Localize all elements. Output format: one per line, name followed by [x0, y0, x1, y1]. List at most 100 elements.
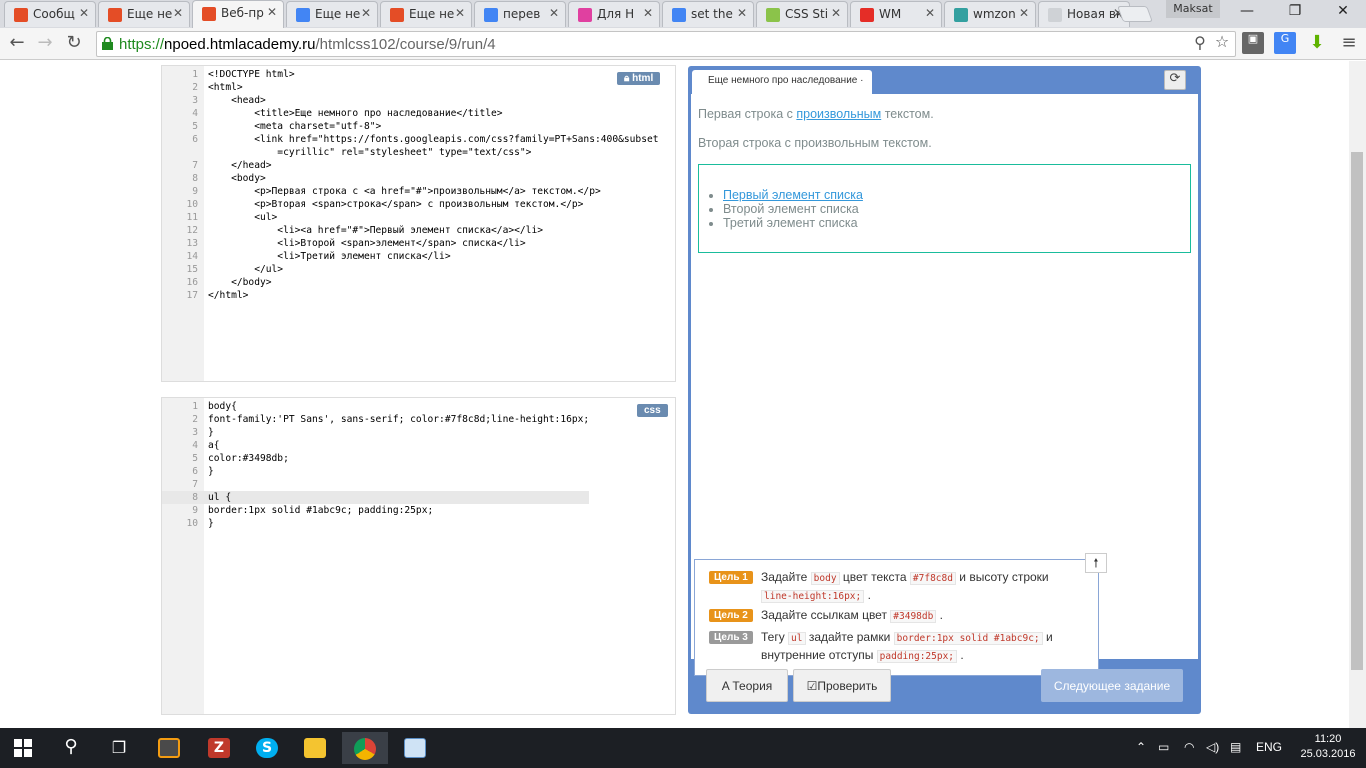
forward-arrow-icon[interactable]: → — [34, 32, 56, 53]
close-tab-icon[interactable]: ✕ — [925, 6, 935, 20]
close-tab-icon[interactable]: ✕ — [79, 6, 89, 20]
code-line[interactable]: 5 <meta charset="utf-8"> — [162, 120, 659, 133]
code-line[interactable]: 3 <head> — [162, 94, 659, 107]
browser-tab[interactable]: WM ✕ — [850, 1, 942, 27]
show-hidden-icons-icon[interactable]: ⌃ — [1136, 740, 1146, 754]
code-line[interactable]: 15 </ul> — [162, 263, 659, 276]
taskbar-app-skype[interactable]: S — [244, 732, 290, 764]
browser-tab[interactable]: wmzon ✕ — [944, 1, 1036, 27]
code-line[interactable]: 14 <li>Третий элемент списка</li> — [162, 250, 659, 263]
battery-icon[interactable]: ▭ — [1158, 740, 1169, 754]
download-extension-icon[interactable]: ⬇ — [1306, 32, 1328, 54]
check-button[interactable]: ☑Проверить — [793, 669, 891, 702]
line-number: 3 — [192, 427, 198, 438]
volume-icon[interactable]: ◁) — [1206, 740, 1219, 754]
code-line[interactable]: 1 <!DOCTYPE html> — [162, 68, 659, 81]
close-tab-icon[interactable]: ✕ — [1019, 6, 1029, 20]
list-item: Первый элемент списка — [723, 188, 1166, 202]
extension-icon[interactable]: ▣ — [1242, 32, 1264, 54]
css-code-editor[interactable]: 1 body{2 font-family:'PT Sans', sans-serif… — [161, 397, 676, 715]
taskbar-app-paint[interactable] — [392, 732, 438, 764]
collapse-goals-button[interactable]: 🠕 — [1085, 553, 1107, 573]
code-text: <li><a href="#">Первый элемент списка</a… — [208, 225, 544, 236]
code-line[interactable]: 8 ul { — [162, 491, 590, 504]
close-tab-icon[interactable]: ✕ — [267, 5, 277, 19]
code-line[interactable]: 2 font-family:'PT Sans', sans-serif; colo… — [162, 413, 589, 426]
next-task-button[interactable]: Следующее задание — [1041, 669, 1183, 702]
close-tab-icon[interactable]: ✕ — [643, 6, 653, 20]
code-line[interactable]: 12 <li><a href="#">Первый элемент списка… — [162, 224, 659, 237]
start-button[interactable] — [0, 732, 46, 764]
code-line[interactable]: 17 </html> — [162, 289, 659, 302]
code-line[interactable]: 10} — [162, 517, 589, 530]
restore-icon[interactable]: ❐ — [1280, 3, 1310, 19]
bookmark-star-icon[interactable]: ☆ — [1211, 32, 1233, 54]
code-line[interactable]: 16 </body> — [162, 276, 659, 289]
browser-tab[interactable]: перев ✕ — [474, 1, 566, 27]
code-line[interactable]: 4 <title>Еще немного про наследование</t… — [162, 107, 659, 120]
browser-tab[interactable]: Еще не ✕ — [98, 1, 190, 27]
html-code[interactable]: 1 <!DOCTYPE html> 2 <html> 3 <head> 4 <title>… — [162, 68, 659, 302]
html-code-editor[interactable]: 1 <!DOCTYPE html> 2 <html> 3 <head> 4 <title>… — [161, 65, 676, 382]
code-line[interactable]: 9 <p>Первая строка с <a href="#">произво… — [162, 185, 659, 198]
wifi-icon[interactable]: ◠ — [1184, 740, 1194, 754]
notifications-icon[interactable]: ▤ — [1230, 740, 1241, 754]
translate-icon[interactable]: G — [1274, 32, 1296, 54]
list-item-link[interactable]: Первый элемент списка — [723, 188, 863, 202]
back-arrow-icon[interactable]: ← — [6, 32, 28, 53]
zoom-icon[interactable]: ⚲ — [1189, 33, 1211, 55]
close-tab-icon[interactable]: ✕ — [455, 6, 465, 20]
address-bar[interactable]: https://npoed.htmlacademy.ru/htmlcss102/… — [96, 31, 1236, 57]
new-tab-button[interactable] — [1117, 6, 1153, 22]
browser-tab[interactable]: Еще не ✕ — [286, 1, 378, 27]
code-line[interactable]: 3} — [162, 426, 589, 439]
taskbar-app-sublime[interactable] — [146, 732, 192, 764]
search-icon[interactable]: ⚲ — [48, 732, 94, 764]
code-line[interactable]: 8 <body> — [162, 172, 659, 185]
code-line[interactable]: 2 <html> — [162, 81, 659, 94]
close-tab-icon[interactable]: ✕ — [173, 6, 183, 20]
code-line[interactable]: 10 <p>Вторая <span>строка</span> с произ… — [162, 198, 659, 211]
code-line[interactable]: 1 body{ — [162, 400, 589, 413]
code-line[interactable]: 7 </head> — [162, 159, 659, 172]
code-text: <p>Вторая <span>строка</span> с произвол… — [208, 199, 584, 210]
code-line[interactable]: 9 border:1px solid #1abc9c; padding:25px; — [162, 504, 589, 517]
system-clock[interactable]: 11:20 25.03.2016 — [1296, 732, 1360, 762]
browser-tab[interactable]: set the ✕ — [662, 1, 754, 27]
goal-text-part: Задайте ссылкам цвет — [761, 608, 891, 622]
menu-icon[interactable]: ≡ — [1338, 32, 1360, 54]
reload-icon[interactable]: ↻ — [63, 32, 85, 53]
code-line[interactable]: 7 — [162, 478, 589, 491]
scrollbar-thumb[interactable] — [1351, 152, 1363, 670]
code-line[interactable]: 11 <ul> — [162, 211, 659, 224]
code-line[interactable]: 6 <link href="https://fonts.googleapis.c… — [162, 133, 658, 146]
code-line[interactable]: 5 color:#3498db; — [162, 452, 589, 465]
preview-link[interactable]: произвольным — [796, 107, 881, 121]
language-indicator[interactable]: ENG — [1256, 740, 1282, 754]
browser-tab[interactable]: Еще не ✕ — [380, 1, 472, 27]
profile-name[interactable]: Maksat — [1166, 0, 1220, 18]
minimize-icon[interactable]: — — [1232, 3, 1262, 19]
browser-tab[interactable]: Веб-пр ✕ — [192, 0, 284, 28]
browser-tab[interactable]: CSS Sti ✕ — [756, 1, 848, 27]
line-number: 13 — [186, 238, 198, 249]
close-tab-icon[interactable]: ✕ — [831, 6, 841, 20]
code-line[interactable]: 13 <li>Второй <span>элемент</span> списк… — [162, 237, 659, 250]
browser-tab[interactable]: Сообщ ✕ — [4, 1, 96, 27]
taskbar-app-chrome[interactable] — [342, 732, 388, 764]
taskbar-app-filezilla[interactable]: Z — [196, 732, 242, 764]
code-line[interactable]: =cyrillic" rel="stylesheet" type="text/c… — [162, 146, 659, 159]
taskbar-app-explorer[interactable] — [292, 732, 338, 764]
code-line[interactable]: 4 a{ — [162, 439, 589, 452]
close-tab-icon[interactable]: ✕ — [549, 6, 559, 20]
close-tab-icon[interactable]: ✕ — [361, 6, 371, 20]
close-tab-icon[interactable]: ✕ — [737, 6, 747, 20]
browser-tab[interactable]: Для Н ✕ — [568, 1, 660, 27]
close-window-icon[interactable]: ✕ — [1328, 3, 1358, 19]
browser-tab[interactable]: Новая вкл ✕ — [1038, 1, 1130, 27]
theory-button[interactable]: A Теория — [706, 669, 788, 702]
task-view-icon[interactable]: ❐ — [96, 732, 142, 764]
css-code[interactable]: 1 body{2 font-family:'PT Sans', sans-serif… — [162, 400, 590, 530]
code-line[interactable]: 6} — [162, 465, 589, 478]
refresh-preview-button[interactable]: ⟳ — [1164, 70, 1186, 90]
